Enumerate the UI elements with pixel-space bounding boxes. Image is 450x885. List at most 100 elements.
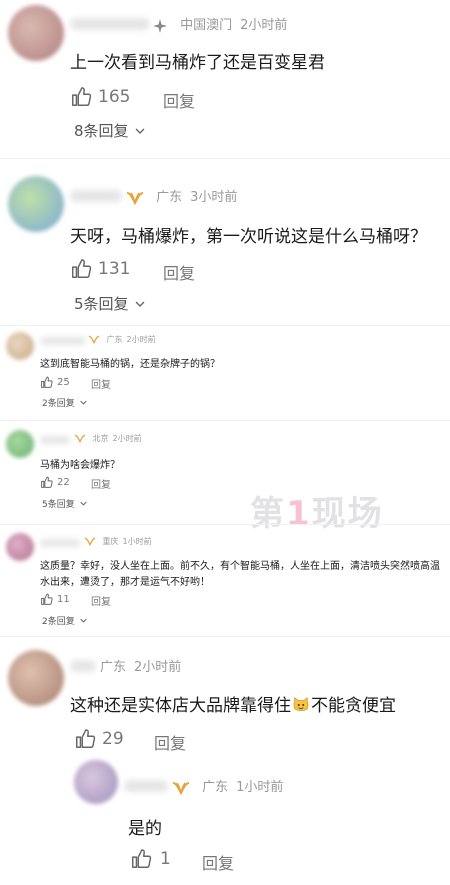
username-blurred[interactable] [40, 436, 70, 444]
divider [0, 636, 450, 637]
like-button[interactable]: 1 [130, 848, 171, 870]
comment-text: 天呀，马桶爆炸，第一次听说这是什么马桶呀？ [70, 227, 427, 247]
thumbs-up-icon [76, 729, 96, 748]
gold-badge-icon [172, 781, 190, 795]
gold-badge-icon [84, 537, 96, 546]
like-button[interactable]: 131 [70, 258, 130, 280]
like-button[interactable]: 165 [70, 86, 130, 108]
comment-meta: 北京 2小时前 [74, 433, 142, 444]
comment-location: 重庆 [102, 537, 119, 546]
comment-text-after: 不能贪便宜 [311, 696, 396, 716]
comment-location: 广东 [202, 780, 229, 795]
avatar[interactable] [8, 176, 64, 232]
comment-location: 广东 [156, 190, 183, 205]
avatar[interactable] [8, 5, 64, 61]
username-blurred[interactable] [70, 660, 96, 672]
reply-button[interactable]: 回复 [163, 88, 195, 112]
gold-badge-icon [126, 191, 144, 205]
replies-count: 2条回复 [42, 399, 75, 409]
like-button[interactable]: 22 [40, 476, 70, 489]
cat-emoji-icon [293, 697, 309, 711]
username-blurred[interactable] [70, 18, 150, 30]
comment-time: 1小时前 [122, 537, 152, 546]
thumbs-up-icon [41, 376, 53, 388]
comment-meta: 广东 3小时前 [126, 186, 237, 205]
chevron-down-icon [135, 301, 145, 307]
like-count: 22 [57, 477, 70, 488]
reply-button[interactable]: 回复 [154, 730, 186, 754]
view-replies-link[interactable]: 2条回复 [42, 396, 87, 409]
avatar[interactable] [6, 332, 34, 360]
comment-location: 广东 [106, 335, 123, 344]
comment-time: 2小时前 [240, 18, 288, 33]
watermark-suffix: 现场 [311, 494, 384, 534]
view-replies-link[interactable]: 5条回复 [74, 293, 145, 314]
like-button[interactable]: 25 [40, 376, 70, 389]
gold-badge-icon [74, 434, 86, 443]
divider [0, 420, 450, 421]
comment-location: 北京 [92, 434, 109, 443]
watermark-number: 1 [286, 494, 312, 534]
view-replies-link[interactable]: 2条回复 [42, 614, 87, 627]
username-blurred[interactable] [124, 780, 168, 792]
comment-time: 2小时前 [112, 434, 142, 443]
comment-time: 3小时前 [190, 190, 238, 205]
comment-time: 1小时前 [236, 780, 284, 795]
comment-time: 2小时前 [126, 335, 156, 344]
avatar[interactable] [8, 650, 64, 706]
thumbs-up-icon [72, 259, 92, 278]
like-count: 29 [102, 729, 124, 749]
chevron-down-icon [79, 618, 87, 623]
like-count: 131 [98, 259, 131, 279]
comment-text-before: 这种还是实体店大品牌靠得住 [70, 696, 291, 716]
comment-text: 马桶为啥会爆炸？ [40, 460, 120, 471]
sparkle-badge-icon [153, 18, 167, 33]
comment-text: 这到底智能马桶的锅，还是杂牌子的锅？ [40, 359, 220, 370]
comment-text: 这种还是实体店大品牌靠得住 不能贪便宜 [70, 691, 396, 716]
thumbs-up-icon [132, 849, 152, 868]
chevron-down-icon [135, 128, 145, 134]
thumbs-up-icon [41, 476, 53, 488]
comment-time: 2小时前 [134, 660, 182, 675]
watermark-logo: 第1现场 [250, 486, 384, 535]
comment-text-line-1: 这质量？幸好，没人坐在上面。前不久，有个智能马桶，人坐在上面，清洁喷头突然喷高温 [40, 561, 440, 572]
thumbs-up-icon [41, 593, 53, 605]
reply-button[interactable]: 回复 [202, 850, 234, 874]
divider [0, 325, 450, 326]
username-blurred[interactable] [40, 337, 86, 345]
like-count: 11 [57, 594, 70, 605]
chevron-down-icon [79, 400, 87, 405]
gold-badge-icon [88, 335, 100, 344]
replies-count: 5条回复 [42, 500, 75, 510]
comment-text-line-2: 水出来，遭烫了，那才是运气不好哟！ [40, 577, 210, 588]
avatar[interactable] [6, 430, 34, 458]
like-count: 25 [57, 377, 70, 388]
reply-button[interactable]: 回复 [91, 376, 111, 391]
reply-button[interactable]: 回复 [91, 593, 111, 608]
avatar[interactable] [74, 760, 118, 804]
reply-button[interactable]: 回复 [163, 260, 195, 284]
username-blurred[interactable] [70, 190, 122, 202]
like-button[interactable]: 29 [74, 728, 124, 750]
avatar[interactable] [6, 533, 34, 561]
username-blurred[interactable] [40, 539, 80, 547]
chevron-down-icon [79, 501, 87, 506]
replies-count: 8条回复 [74, 122, 129, 140]
watermark-prefix: 第 [250, 494, 286, 534]
like-count: 165 [98, 87, 131, 107]
comment-location: 中国澳门 [180, 18, 233, 33]
like-button[interactable]: 11 [40, 593, 70, 606]
comment-location: 广东 [100, 660, 127, 675]
replies-count: 5条回复 [74, 295, 129, 313]
comment-meta: 重庆 1小时前 [84, 536, 152, 547]
reply-button[interactable]: 回复 [91, 476, 111, 491]
view-replies-link[interactable]: 5条回复 [42, 497, 87, 510]
replies-count: 2条回复 [42, 617, 75, 627]
like-count: 1 [160, 849, 171, 869]
divider [0, 524, 450, 525]
divider [0, 158, 450, 159]
comment-text: 是的 [128, 819, 162, 839]
comment-meta: 广东 2小时前 [88, 334, 156, 345]
comment-meta: 广东 2小时前 [100, 656, 181, 675]
view-replies-link[interactable]: 8条回复 [74, 120, 145, 141]
